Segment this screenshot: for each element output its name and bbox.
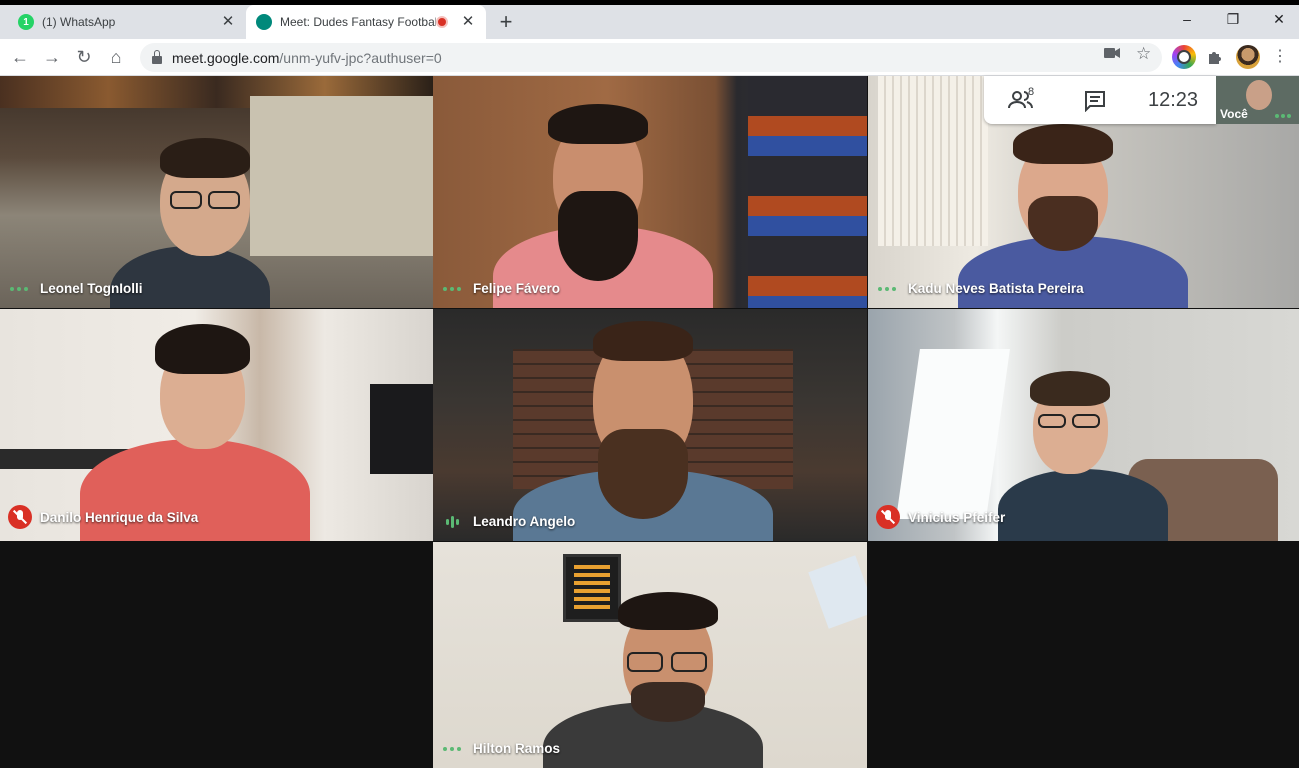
- url-host: meet.google.com: [172, 49, 280, 66]
- tab-title: (1) WhatsApp: [42, 15, 116, 29]
- participant-tile[interactable]: Hilton Ramos: [433, 542, 867, 768]
- mic-off-icon: [8, 505, 32, 529]
- lock-icon: [152, 49, 162, 64]
- participant-tile[interactable]: Leandro Angelo: [433, 309, 867, 541]
- self-video: [1246, 80, 1272, 110]
- participant-name: Kadu Neves Batista Pereira: [908, 281, 1084, 296]
- close-tab-icon[interactable]: ✕: [220, 14, 236, 30]
- url-path: /unm-yufv-jpc?authuser=0: [279, 49, 442, 66]
- participant-name: Felipe Fávero: [473, 281, 561, 296]
- speaking-dots-icon: [8, 286, 30, 291]
- home-icon[interactable]: ⌂: [104, 45, 128, 69]
- participants-count: 8: [1028, 86, 1035, 98]
- recording-indicator-icon: [436, 16, 448, 28]
- participant-name: Leonel TognIolli: [40, 281, 143, 296]
- forward-icon[interactable]: →: [40, 45, 64, 69]
- self-label: Você: [1220, 107, 1248, 121]
- bookmark-star-icon[interactable]: ☆: [1136, 44, 1151, 64]
- whatsapp-icon: 1: [18, 14, 34, 30]
- participant-nameplate: Kadu Neves Batista Pereira: [876, 281, 1084, 296]
- participant-name: Leandro Angelo: [473, 514, 576, 529]
- audio-level-icon: [441, 515, 463, 528]
- speaking-dots-icon: [441, 286, 463, 291]
- participant-tile[interactable]: Danilo Henrique da Silva: [0, 309, 433, 541]
- wall-poster: [563, 554, 621, 622]
- meet-info-bar: 8 12:23: [984, 76, 1216, 124]
- camera-icon[interactable]: [1104, 46, 1120, 62]
- meet-video-grid: Leonel TognIolli Felipe Fávero Kadu Neve…: [0, 76, 1299, 768]
- back-icon[interactable]: ←: [8, 45, 32, 69]
- participant-nameplate: Leandro Angelo: [441, 514, 575, 529]
- participant-name: Hilton Ramos: [473, 741, 561, 756]
- window-blinds: [878, 76, 988, 246]
- chat-button[interactable]: [1058, 76, 1130, 124]
- tab-meet[interactable]: Meet: Dudes Fantasy Footbal ✕: [246, 5, 486, 39]
- profile-avatar[interactable]: [1236, 45, 1260, 69]
- close-tab-icon[interactable]: ✕: [460, 14, 476, 30]
- participant-nameplate: Leonel TognIolli: [8, 281, 143, 296]
- address-bar[interactable]: meet.google.com/unm-yufv-jpc?authuser=0: [140, 43, 1162, 72]
- minimize-button[interactable]: –: [1164, 5, 1210, 35]
- game-shelf: [748, 76, 867, 308]
- speaking-dots-icon: [876, 286, 898, 291]
- close-window-button[interactable]: ✕: [1256, 5, 1299, 35]
- participant-nameplate: Danilo Henrique da Silva: [8, 505, 198, 529]
- participant-tile[interactable]: Leonel TognIolli: [0, 76, 433, 308]
- browser-toolbar: ← → ↻ ⌂ meet.google.com/unm-yufv-jpc?aut…: [0, 39, 1299, 76]
- speaking-dots-icon: [441, 746, 463, 751]
- participant-name: Danilo Henrique da Silva: [40, 509, 199, 525]
- chat-icon: [1085, 91, 1105, 112]
- participant-nameplate: Vinicius Pfeifer: [876, 505, 1005, 529]
- wall: [250, 96, 433, 256]
- television: [370, 384, 433, 474]
- participant-nameplate: Felipe Fávero: [441, 281, 560, 296]
- speaking-dots-icon: [1273, 114, 1293, 118]
- participant-tile[interactable]: Felipe Fávero: [433, 76, 867, 308]
- google-meet-icon: [256, 14, 272, 30]
- color-extension-icon[interactable]: [1172, 45, 1196, 69]
- meeting-clock: 12:23: [1147, 88, 1199, 111]
- participant-nameplate: Hilton Ramos: [441, 741, 560, 756]
- extensions-puzzle-icon[interactable]: [1204, 45, 1228, 69]
- participant-name: Vinicius Pfeifer: [908, 509, 1006, 525]
- browser-menu-icon[interactable]: ⋮: [1268, 45, 1292, 69]
- participants-button[interactable]: 8: [984, 76, 1058, 124]
- tab-whatsapp[interactable]: 1 (1) WhatsApp ✕: [8, 5, 246, 39]
- participant-tile[interactable]: Vinicius Pfeifer: [868, 309, 1299, 541]
- self-preview-tile[interactable]: Você: [1216, 76, 1299, 124]
- tab-title: Meet: Dudes Fantasy Footbal: [280, 15, 436, 29]
- mic-off-icon: [876, 505, 900, 529]
- browser-tab-strip: 1 (1) WhatsApp ✕ Meet: Dudes Fantasy Foo…: [0, 5, 1299, 39]
- reload-icon[interactable]: ↻: [72, 45, 96, 69]
- maximize-button[interactable]: ❐: [1210, 5, 1256, 35]
- new-tab-button[interactable]: +: [494, 11, 518, 35]
